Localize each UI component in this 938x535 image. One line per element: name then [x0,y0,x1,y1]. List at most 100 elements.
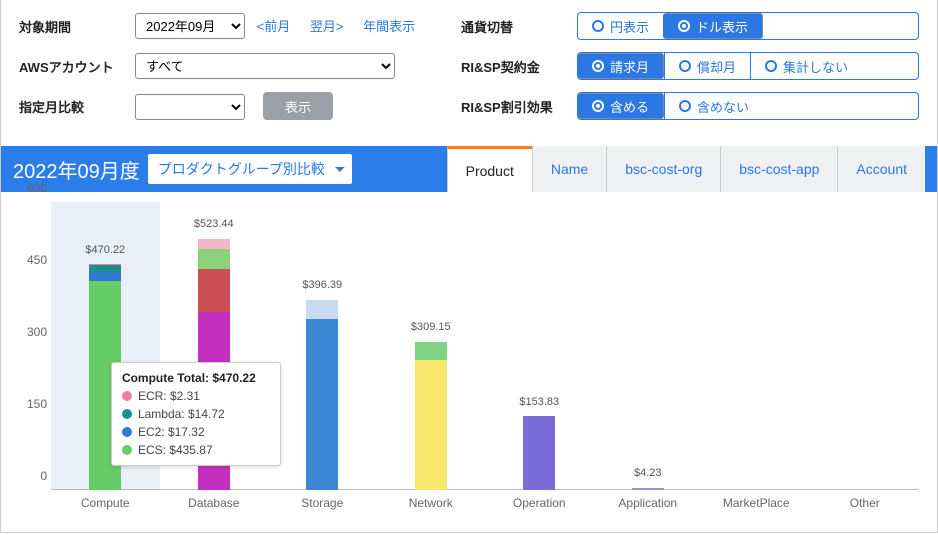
tooltip-swatch-icon [122,445,132,455]
bar-segment [306,300,338,319]
risp-contract-label: RI&SP契約金 [461,57,571,76]
x-tick-label: Operation [485,490,594,522]
bar-segment [89,272,121,280]
bar-segment [415,342,447,361]
bar-segment [523,416,555,490]
x-tick-label: Database [160,490,269,522]
chart-tooltip: Compute Total: $470.22 ECR: $2.31 Lambda: … [111,362,281,466]
radio-dot-icon [765,60,777,72]
tooltip-text: EC2: $17.32 [138,425,205,439]
radio-dot-icon [679,60,691,72]
risp-contract-toggle[interactable]: 請求月 償却月 集計しない [577,52,919,80]
tab-name[interactable]: Name [532,146,606,192]
bar-segment [415,360,447,490]
radio-option[interactable]: 集計しない [750,53,862,79]
bar-value-label: $309.15 [411,321,451,333]
x-tick-label: MarketPlace [702,490,811,522]
risp-discount-label: RI&SP割引効果 [461,97,571,116]
radio-dot-icon [678,20,690,32]
tab-bsc-cost-org[interactable]: bsc-cost-org [606,146,720,192]
radio-option-label: ドル表示 [696,17,748,36]
compare-button[interactable]: 表示 [263,92,334,120]
chart-container: 0150300450600 $470.22$523.44$396.39$309.… [1,192,937,528]
x-tick-label: Application [594,490,703,522]
y-tick-label: 150 [27,397,47,411]
radio-option-label: 請求月 [610,57,649,76]
bar-column[interactable] [702,202,811,490]
bar-stack [415,342,447,490]
y-tick-label: 600 [27,181,47,195]
radio-option[interactable]: ドル表示 [663,13,763,39]
section-title: 2022年09月度 [13,155,140,184]
tooltip-swatch-icon [122,391,132,401]
next-month-link[interactable]: 翌月> [310,19,344,34]
prev-month-link[interactable]: <前月 [257,19,291,34]
bar-stack [306,300,338,490]
tab-bsc-cost-app[interactable]: bsc-cost-app [720,146,837,192]
radio-dot-icon [592,60,604,72]
section-header: 2022年09月度 プロダクトグループ別比較 ProductNamebsc-co… [1,146,937,192]
bar-segment [198,269,230,312]
radio-option[interactable]: 償却月 [664,53,750,79]
tooltip-title: Compute Total: $470.22 [122,371,270,385]
cost-bar-chart: 0150300450600 $470.22$523.44$396.39$309.… [15,202,923,522]
bar-value-label: $153.83 [519,396,559,408]
compare-label: 指定月比較 [19,97,129,116]
tooltip-swatch-icon [122,409,132,419]
tab-bar: ProductNamebsc-cost-orgbsc-cost-appAccou… [447,146,925,192]
x-axis: ComputeDatabaseStorageNetworkOperationAp… [51,490,919,522]
bar-column[interactable]: $4.23 [594,202,703,490]
radio-option-label: 円表示 [610,17,649,36]
period-select[interactable]: 2022年09月 [135,13,245,39]
radio-option-label: 含めない [697,97,749,116]
y-axis: 0150300450600 [15,202,51,490]
radio-dot-icon [592,20,604,32]
bar-segment [198,239,230,249]
period-label: 対象期間 [19,17,129,36]
bar-segment [306,319,338,490]
view-select[interactable]: プロダクトグループ別比較 [148,154,352,184]
x-tick-label: Other [811,490,920,522]
bar-column[interactable]: $153.83 [485,202,594,490]
compare-select[interactable] [135,94,245,120]
bar-segment [89,265,121,272]
radio-dot-icon [592,100,604,112]
filter-panel: 対象期間 2022年09月 <前月 翌月> 年間表示 通貨切替 円表示ドル表示 … [1,0,937,146]
annual-link[interactable]: 年間表示 [363,19,415,34]
y-tick-label: 0 [40,469,47,483]
radio-option-label: 含める [610,97,649,116]
currency-label: 通貨切替 [461,17,571,36]
radio-dot-icon [679,100,691,112]
y-tick-label: 450 [27,253,47,267]
radio-option[interactable]: 含めない [664,93,763,119]
x-tick-label: Storage [268,490,377,522]
tooltip-row: Lambda: $14.72 [122,407,270,421]
bar-stack [523,416,555,490]
bar-column[interactable]: $396.39 [268,202,377,490]
bar-column[interactable]: $309.15 [377,202,486,490]
radio-option-label: 集計しない [783,57,848,76]
radio-option[interactable]: 含める [578,93,664,119]
account-label: AWSアカウント [19,57,129,76]
x-tick-label: Compute [51,490,160,522]
bar-column[interactable] [811,202,920,490]
bar-value-label: $4.23 [634,467,662,479]
radio-option[interactable]: 円表示 [578,13,663,39]
bar-value-label: $470.22 [85,244,125,256]
tooltip-row: ECS: $435.87 [122,443,270,457]
tab-account[interactable]: Account [837,146,925,192]
risp-discount-toggle[interactable]: 含める 含めない [577,92,919,120]
tooltip-swatch-icon [122,427,132,437]
radio-option[interactable]: 請求月 [578,53,664,79]
tooltip-text: Lambda: $14.72 [138,407,225,421]
tooltip-text: ECS: $435.87 [138,443,213,457]
currency-toggle[interactable]: 円表示 ドル表示 [577,12,919,40]
bar-value-label: $396.39 [302,279,342,291]
radio-option-label: 償却月 [697,57,736,76]
account-select[interactable]: すべて [135,53,395,79]
bar-segment [198,249,230,270]
tooltip-row: ECR: $2.31 [122,389,270,403]
x-tick-label: Network [377,490,486,522]
tab-product[interactable]: Product [447,146,532,192]
bar-value-label: $523.44 [194,218,234,230]
